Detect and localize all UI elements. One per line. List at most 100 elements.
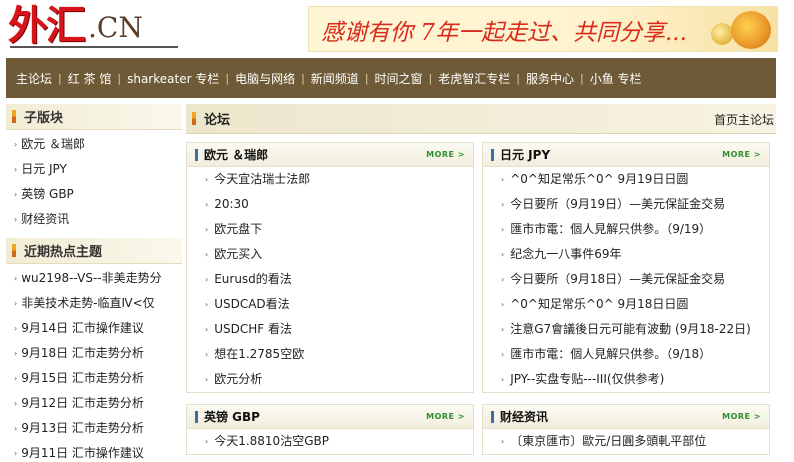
- hot-topic-item[interactable]: › 9月12日 汇市走势分析: [6, 391, 182, 416]
- subforum-item[interactable]: › 财经资讯: [6, 207, 182, 232]
- thread-item[interactable]: › 〔東京匯市〕歐元/日圓多頭軋平部位: [483, 429, 769, 454]
- thread-item[interactable]: › 纪念九一八事件69年: [483, 242, 769, 267]
- nav-item-time-window[interactable]: 时间之窗: [369, 70, 429, 87]
- hot-topic-item[interactable]: › 9月13日 汇市走势分析: [6, 416, 182, 441]
- breadcrumb[interactable]: 首页主论坛: [714, 111, 774, 128]
- subforum-label: 欧元 ＆瑞郎: [21, 137, 86, 151]
- nav-item-service-center[interactable]: 服务中心: [520, 70, 580, 87]
- nav-item-main-forum[interactable]: 主论坛: [10, 70, 58, 87]
- sidebar-hot-topics-header: 近期热点主题: [6, 238, 182, 264]
- thread-item[interactable]: › 注意G7會議後日元可能有波動 (9月18-22日): [483, 317, 769, 342]
- subforum-item[interactable]: › 日元 JPY: [6, 157, 182, 182]
- bullet-icon: ›: [14, 449, 18, 458]
- thread-item[interactable]: › 匯市市電：個人見解只供参。（9/18）: [483, 342, 769, 367]
- hot-topic-item[interactable]: › 9月18日 汇市走势分析: [6, 341, 182, 366]
- bullet-icon: ›: [205, 250, 209, 259]
- subforum-item[interactable]: › 英镑 GBP: [6, 182, 182, 207]
- hot-topic-item[interactable]: › 非美技术走势-临直Ⅳ<仅: [6, 291, 182, 316]
- hot-topic-label: wu2198--VS--非美走势分: [21, 271, 162, 285]
- main-nav: 主论坛 | 红 茶 馆 | sharkeater 专栏 | 电脑与网络 | 新闻…: [6, 58, 776, 98]
- subforum-label: 英镑 GBP: [21, 187, 74, 201]
- bullet-icon: ›: [501, 437, 505, 446]
- thread-item[interactable]: › 20:30: [187, 192, 473, 217]
- thread-item[interactable]: › JPY--实盘专贴---III(仅供参考): [483, 367, 769, 392]
- board-header: 日元 JPY MORE >: [483, 143, 769, 167]
- board-eur-chf: 欧元 ＆瑞郎 MORE > › 今天宜沽瑞士法郎 › 20:30 › 欧元盘下 › 欧元…: [186, 142, 474, 393]
- subforum-item[interactable]: › 欧元 ＆瑞郎: [6, 132, 182, 157]
- thread-item[interactable]: › 欧元盘下: [187, 217, 473, 242]
- hot-topic-label: 9月11日 汇市操作建议: [21, 446, 144, 460]
- board-title[interactable]: 财经资讯: [500, 408, 548, 425]
- header-banner[interactable]: 感谢有你 7年一起走过、共同分享...: [308, 6, 778, 52]
- thread-item[interactable]: › 今日要所（9月18日）—美元保証金交易: [483, 267, 769, 292]
- nav-item-small-fish[interactable]: 小鱼 专栏: [584, 70, 648, 87]
- nav-item-tiger[interactable]: 老虎智汇专栏: [432, 70, 516, 87]
- nav-item-news[interactable]: 新闻频道: [305, 70, 365, 87]
- thread-item[interactable]: › ^0^知足常乐^0^ 9月18日日圆: [483, 292, 769, 317]
- thread-item[interactable]: › Eurusd的看法: [187, 267, 473, 292]
- thread-item[interactable]: › 欧元买入: [187, 242, 473, 267]
- main-content: 论坛 首页主论坛 欧元 ＆瑞郎 MORE > › 今天宜沽瑞士法郎 › 20:30 …: [186, 104, 776, 462]
- bullet-icon: ›: [501, 175, 505, 184]
- bullet-icon: ›: [205, 350, 209, 359]
- thread-item[interactable]: › USDCAD看法: [187, 292, 473, 317]
- bullet-icon: ›: [205, 325, 209, 334]
- thread-item[interactable]: › ^0^知足常乐^0^ 9月19日日圆: [483, 167, 769, 192]
- bullet-icon: ›: [14, 274, 18, 283]
- more-link[interactable]: MORE >: [722, 412, 761, 421]
- hot-topic-item[interactable]: › 9月15日 汇市走势分析: [6, 366, 182, 391]
- site-header: 外汇 .CN 感谢有你 7年一起走过、共同分享...: [0, 0, 794, 58]
- nav-item-computer-network[interactable]: 电脑与网络: [229, 70, 301, 87]
- sidebar-subforums-title: 子版块: [24, 111, 64, 126]
- thread-item[interactable]: › 匯市市電：個人見解只供参。（9/19）: [483, 217, 769, 242]
- subforum-label: 财经资讯: [21, 212, 70, 226]
- thread-list: › 今天宜沽瑞士法郎 › 20:30 › 欧元盘下 › 欧元买入 › Eurusd的看法 …: [187, 167, 473, 392]
- thread-item[interactable]: › 今天1.8810沽空GBP: [187, 429, 473, 454]
- hot-topic-item[interactable]: › 9月14日 汇市操作建议: [6, 316, 182, 341]
- bullet-icon: ›: [14, 399, 18, 408]
- board-header: 财经资讯 MORE >: [483, 405, 769, 429]
- thread-title: JPY--实盘专贴---III(仅供参考): [510, 372, 665, 386]
- bullet-icon: ›: [501, 225, 505, 234]
- hot-topic-label: 9月13日 汇市走势分析: [21, 421, 144, 435]
- board-title[interactable]: 欧元 ＆瑞郎: [204, 146, 268, 163]
- bullet-icon: ›: [205, 175, 209, 184]
- board-marker-icon: [491, 148, 494, 161]
- bullet-icon: ›: [14, 324, 18, 333]
- thread-item[interactable]: › 欧元分析: [187, 367, 473, 392]
- board-marker-icon: [195, 410, 198, 423]
- bullet-icon: ›: [14, 140, 18, 149]
- thread-item[interactable]: › 今日要所（9月19日）—美元保証金交易: [483, 192, 769, 217]
- bullet-icon: ›: [205, 275, 209, 284]
- bullet-icon: ›: [501, 350, 505, 359]
- bullet-icon: ›: [14, 424, 18, 433]
- bullet-icon: ›: [14, 215, 18, 224]
- site-logo[interactable]: 外汇 .CN: [8, 2, 143, 48]
- hot-topic-label: 9月14日 汇市操作建议: [21, 321, 144, 335]
- bullet-icon: ›: [205, 225, 209, 234]
- more-link[interactable]: MORE >: [426, 412, 465, 421]
- subforum-list: › 欧元 ＆瑞郎 › 日元 JPY › 英镑 GBP › 财经资讯: [6, 130, 182, 238]
- thread-title: 今天1.8810沽空GBP: [214, 434, 329, 448]
- sidebar: 子版块 › 欧元 ＆瑞郎 › 日元 JPY › 英镑 GBP › 财经资讯 近期热点主题…: [6, 104, 182, 462]
- more-link[interactable]: MORE >: [426, 150, 465, 159]
- bullet-icon: ›: [501, 375, 505, 384]
- thread-item[interactable]: › USDCHF 看法: [187, 317, 473, 342]
- board-title[interactable]: 日元 JPY: [500, 146, 550, 163]
- thread-title: 欧元买入: [214, 247, 263, 261]
- bullet-icon: ›: [501, 300, 505, 309]
- thread-title: USDCAD看法: [214, 297, 290, 311]
- nav-item-tea-house[interactable]: 红 茶 馆: [62, 70, 118, 87]
- hot-topic-item[interactable]: › 9月11日 汇市操作建议: [6, 441, 182, 462]
- hot-topic-item[interactable]: › wu2198--VS--非美走势分: [6, 266, 182, 291]
- banner-text: 感谢有你 7年一起走过、共同分享...: [321, 20, 687, 46]
- logo-underline: [10, 46, 178, 48]
- bullet-icon: ›: [501, 325, 505, 334]
- nav-item-sharkeater[interactable]: sharkeater 专栏: [121, 70, 225, 87]
- thread-title: ^0^知足常乐^0^ 9月19日日圆: [510, 172, 689, 186]
- thread-item[interactable]: › 想在1.2785空欧: [187, 342, 473, 367]
- more-link[interactable]: MORE >: [722, 150, 761, 159]
- thread-item[interactable]: › 今天宜沽瑞士法郎: [187, 167, 473, 192]
- bullet-icon: ›: [205, 200, 209, 209]
- board-title[interactable]: 英镑 GBP: [204, 408, 260, 425]
